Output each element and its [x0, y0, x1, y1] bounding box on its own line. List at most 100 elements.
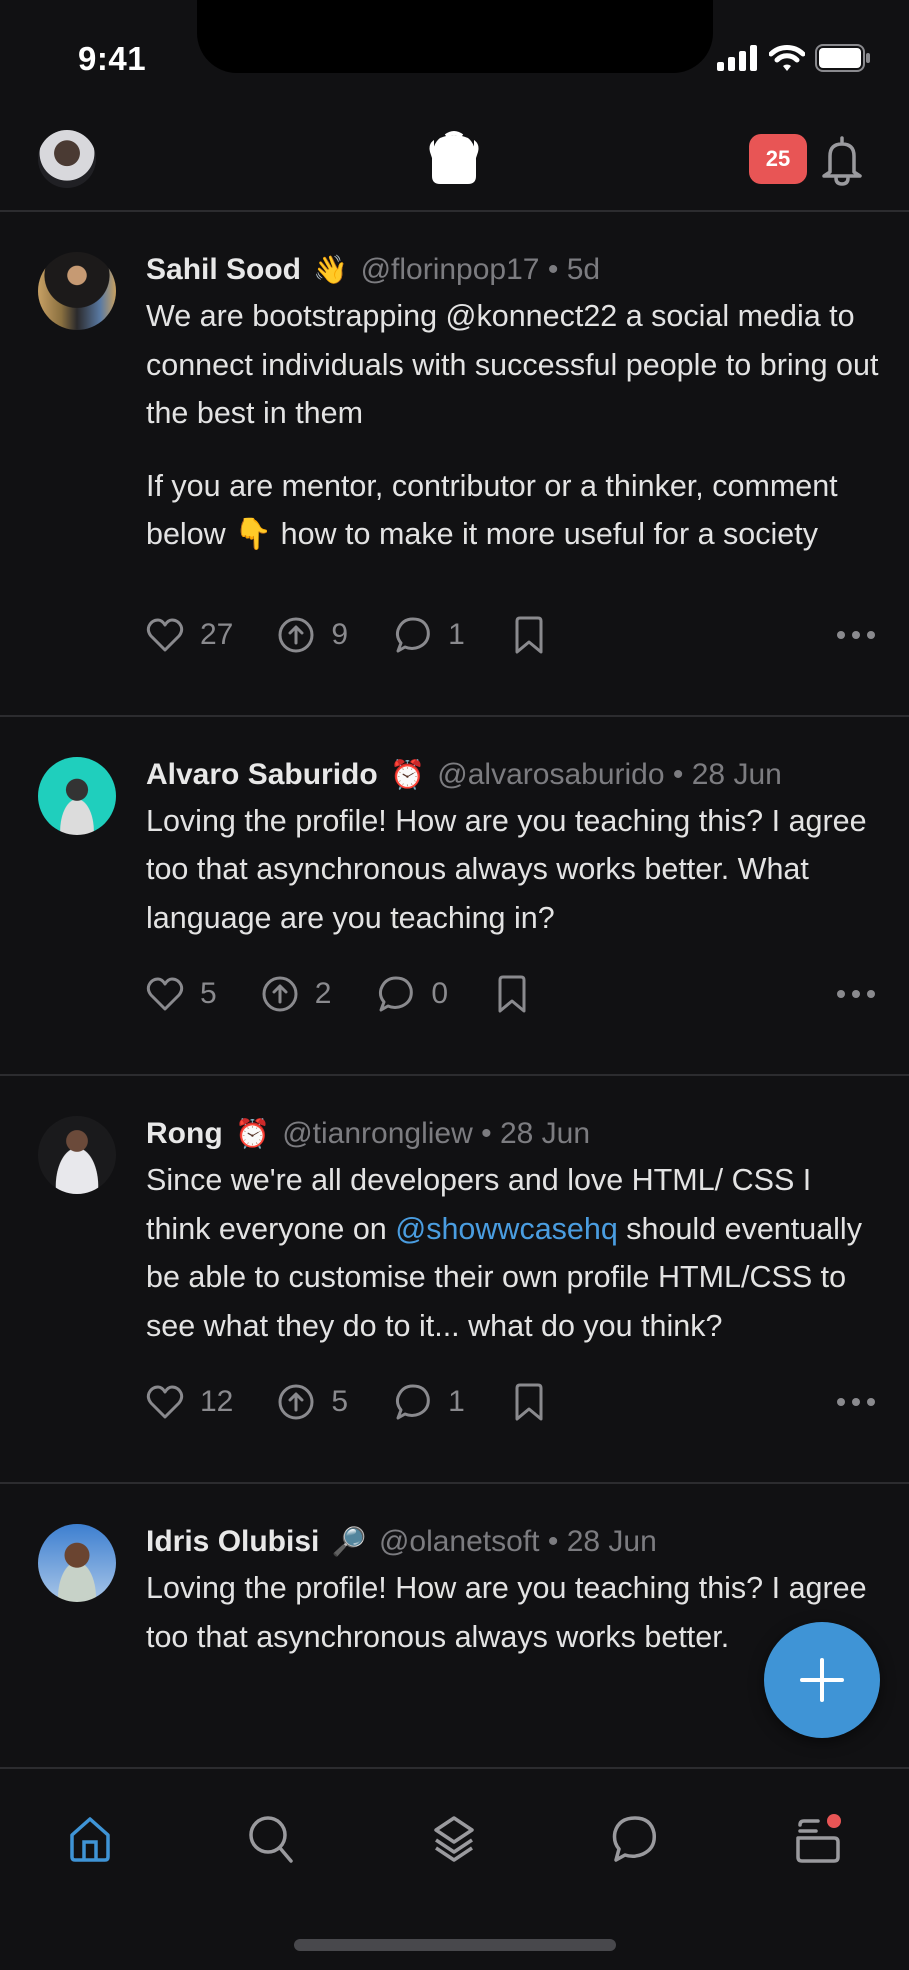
meta-separator: •	[547, 1525, 559, 1558]
comment-button[interactable]: 0	[375, 975, 448, 1013]
plus-icon	[800, 1658, 844, 1702]
more-options-button[interactable]	[837, 630, 875, 639]
post-time: 28 Jun	[566, 1525, 657, 1558]
home-indicator[interactable]	[294, 1939, 616, 1951]
like-count: 12	[200, 1385, 234, 1418]
layers-icon	[434, 1816, 474, 1862]
post-header: Alvaro Saburido ⏰ @alvarosaburido • 28 J…	[146, 755, 881, 795]
boost-count: 9	[331, 617, 349, 651]
bookmark-icon	[515, 616, 543, 653]
bottom-nav	[0, 1767, 909, 1970]
nav-inbox[interactable]	[788, 1809, 848, 1869]
boost-count: 5	[331, 1385, 349, 1418]
author-avatar[interactable]	[38, 1116, 116, 1194]
feed-post[interactable]: Rong ⏰ @tianrongliew • 28 Jun Since we'r…	[0, 1076, 909, 1484]
heart-icon	[146, 618, 184, 651]
post-paragraph: Since we're all developers and love HTML…	[146, 1156, 881, 1350]
post-actions: 27 9 1	[146, 605, 881, 665]
author-handle[interactable]: @olanetsoft	[379, 1525, 540, 1558]
comment-button[interactable]: 1	[392, 1383, 465, 1421]
author-name[interactable]: Rong	[146, 1117, 223, 1150]
comment-button[interactable]: 1	[392, 616, 465, 654]
post-paragraph: We are bootstrapping @konnect22 a social…	[146, 299, 879, 430]
wifi-icon	[769, 45, 805, 71]
heart-icon	[146, 977, 184, 1011]
author-avatar[interactable]	[38, 1524, 116, 1602]
post-header: Sahil Sood 👋 @florinpop17 • 5d	[146, 250, 881, 290]
more-options-button[interactable]	[837, 1398, 875, 1406]
nav-messages[interactable]	[604, 1809, 664, 1869]
nav-search[interactable]	[241, 1809, 301, 1869]
status-emoji: ⏰	[234, 1118, 270, 1149]
bookmark-icon	[498, 975, 526, 1013]
comment-count: 1	[448, 617, 465, 651]
bookmark-icon	[515, 1383, 543, 1421]
author-avatar[interactable]	[38, 756, 116, 835]
post-time: 5d	[566, 253, 601, 286]
app-header: 25	[0, 110, 909, 212]
bookmark-button[interactable]	[513, 615, 561, 655]
like-count: 5	[200, 977, 217, 1010]
comment-icon	[379, 976, 414, 1012]
boost-count: 2	[314, 977, 332, 1010]
status-bar: 9:41	[0, 0, 909, 110]
chat-bubble-icon	[612, 1816, 657, 1862]
home-icon	[70, 1817, 110, 1862]
bookmark-button[interactable]	[513, 1382, 561, 1422]
author-handle[interactable]: @florinpop17	[361, 253, 540, 286]
arrow-up-circle-icon	[278, 617, 314, 652]
post-actions: 5 2 0	[146, 964, 881, 1024]
post-body: We are bootstrapping @konnect22 a social…	[146, 292, 881, 559]
comment-icon	[396, 617, 430, 652]
post-paragraph: Loving the profile! How are you teaching…	[146, 803, 867, 935]
signal-icon	[717, 45, 757, 71]
comment-count: 1	[448, 1385, 465, 1418]
feed-post[interactable]: Sahil Sood 👋 @florinpop17 • 5d We are bo…	[0, 212, 909, 717]
post-body: Since we're all developers and love HTML…	[146, 1156, 881, 1350]
device-notch	[197, 0, 713, 73]
comment-icon	[396, 1384, 430, 1420]
author-handle[interactable]: @alvarosaburido	[437, 758, 664, 791]
author-avatar[interactable]	[38, 252, 116, 330]
unread-dot	[827, 1814, 841, 1828]
meta-separator: •	[481, 1117, 492, 1150]
bell-icon[interactable]	[820, 134, 864, 186]
status-emoji: 🔎	[331, 1526, 367, 1557]
nav-home[interactable]	[60, 1809, 120, 1869]
search-icon	[249, 1816, 293, 1863]
post-header: Idris Olubisi 🔎 @olanetsoft • 28 Jun	[146, 1522, 881, 1562]
heart-icon	[146, 1385, 184, 1419]
backpack-logo-icon[interactable]	[424, 130, 484, 186]
feed-post[interactable]: Alvaro Saburido ⏰ @alvarosaburido • 28 J…	[0, 717, 909, 1076]
boost-button[interactable]: 2	[261, 975, 332, 1013]
author-name[interactable]: Sahil Sood	[146, 253, 301, 286]
arrow-up-circle-icon	[262, 976, 298, 1012]
status-emoji: ⏰	[390, 758, 425, 790]
compose-button[interactable]	[764, 1622, 880, 1738]
meta-separator: •	[672, 757, 684, 791]
meta-separator: •	[547, 253, 559, 286]
like-button[interactable]: 27	[146, 617, 233, 653]
more-options-button[interactable]	[837, 990, 875, 998]
post-body: Loving the profile! How are you teaching…	[146, 1564, 881, 1661]
status-emoji: 👋	[313, 254, 349, 285]
feed: Sahil Sood 👋 @florinpop17 • 5d We are bo…	[0, 212, 909, 1767]
status-icons	[717, 44, 871, 72]
like-button[interactable]: 5	[146, 976, 217, 1012]
like-button[interactable]: 12	[146, 1384, 233, 1420]
boost-button[interactable]: 9	[277, 616, 348, 654]
boost-button[interactable]: 5	[277, 1383, 348, 1421]
feed-post[interactable]: Idris Olubisi 🔎 @olanetsoft • 28 Jun Lov…	[0, 1484, 909, 1661]
inbox-icon	[796, 1814, 841, 1863]
profile-avatar[interactable]	[38, 130, 96, 188]
mention-link[interactable]: @showwcasehq	[395, 1212, 618, 1246]
author-name[interactable]: Idris Olubisi	[146, 1525, 319, 1558]
nav-layers[interactable]	[424, 1809, 484, 1869]
post-header: Rong ⏰ @tianrongliew • 28 Jun	[146, 1114, 881, 1154]
comment-count: 0	[431, 977, 449, 1010]
bookmark-button[interactable]	[496, 974, 544, 1014]
author-handle[interactable]: @tianrongliew	[282, 1117, 473, 1150]
author-name[interactable]: Alvaro Saburido	[146, 758, 378, 791]
post-time: 28 Jun	[691, 757, 782, 791]
notification-count-badge[interactable]: 25	[749, 134, 807, 184]
